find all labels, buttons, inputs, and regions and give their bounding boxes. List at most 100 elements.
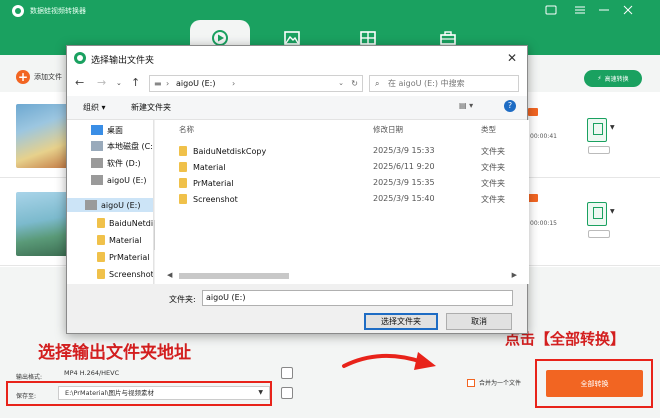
sidebar-item-folder[interactable]: PrMaterial	[97, 250, 149, 264]
path-input[interactable]: ▬ › aigoU (E:) › ⌄ ↻	[149, 75, 363, 92]
close-icon[interactable]	[622, 5, 634, 15]
sidebar-item-folder[interactable]: Material	[97, 233, 142, 247]
cancel-button[interactable]: 取消	[446, 313, 512, 330]
search-input[interactable]: ⌕ 在 aigoU (E:) 中搜索	[369, 75, 519, 92]
folder-input[interactable]: aigoU (E:)	[202, 290, 513, 306]
minimize-icon[interactable]	[598, 5, 610, 15]
chevron-down-icon[interactable]: ▼	[610, 124, 615, 131]
sidebar-item-label: Material	[109, 235, 142, 245]
annotation-box-convert-all	[535, 359, 653, 408]
lightning-icon: ⚡	[597, 75, 602, 82]
settings-button[interactable]	[588, 146, 610, 154]
output-format-icon[interactable]	[587, 202, 607, 226]
chevron-right-icon: ›	[166, 79, 170, 88]
path-segment[interactable]: aigoU (E:)	[176, 76, 216, 91]
close-icon[interactable]: ✕	[507, 51, 517, 65]
scroll-left-icon[interactable]: ◀	[167, 271, 172, 279]
add-file-label: 添加文件	[34, 73, 62, 81]
format-tag	[528, 108, 538, 116]
sidebar-item-label: 桌面	[107, 125, 123, 135]
file-name: Screenshot	[193, 194, 238, 204]
dialog-title-bar: 选择输出文件夹 ✕	[67, 46, 527, 72]
help-icon[interactable]: ?	[504, 100, 516, 112]
video-thumbnail	[16, 192, 68, 256]
arrow-icon	[342, 352, 436, 370]
sidebar-item-folder[interactable]: Screenshot	[97, 267, 153, 281]
sidebar-item-desktop[interactable]: 桌面	[91, 123, 123, 137]
format-tag	[528, 194, 538, 202]
organize-button[interactable]: 组织 ▾	[83, 102, 106, 113]
sidebar-item-folder[interactable]: BaiduNetdisk	[97, 216, 154, 230]
scroll-right-icon[interactable]: ▶	[512, 271, 517, 279]
file-type: 文件夹	[481, 163, 505, 172]
menu-icon[interactable]	[574, 5, 586, 15]
new-folder-button[interactable]: 新建文件夹	[131, 102, 171, 113]
folder-icon	[179, 162, 187, 172]
output-format-icon[interactable]	[587, 118, 607, 142]
address-bar: ← → ⌄ ↑ ▬ › aigoU (E:) › ⌄ ↻ ⌕ 在 aigoU (…	[67, 72, 527, 96]
sidebar-item-label: aigoU (E:)	[101, 200, 141, 210]
file-name: PrMaterial	[193, 178, 234, 188]
app-title: 数据蛙视频转换器	[30, 7, 86, 15]
view-options-icon[interactable]: ▤ ▾	[459, 101, 473, 110]
column-header-date[interactable]: 修改日期	[373, 124, 403, 135]
folder-icon	[179, 194, 187, 204]
drive-icon	[91, 158, 103, 168]
output-format-value: MP4 H.264/HEVC	[64, 369, 120, 377]
desktop-icon	[91, 125, 103, 135]
sidebar-item-e-drive-expanded[interactable]: aigoU (E:)	[67, 198, 153, 212]
column-header-name[interactable]: 名称	[179, 124, 194, 135]
message-icon[interactable]	[545, 5, 557, 15]
hd-convert-label: 高速转换	[604, 76, 629, 83]
output-format-select[interactable]: MP4 H.264/HEVC	[58, 367, 273, 381]
drive-icon	[91, 175, 103, 185]
folder-icon	[97, 235, 105, 245]
chevron-down-icon[interactable]: ▼	[610, 208, 615, 215]
format-settings-icon[interactable]	[281, 367, 293, 379]
open-folder-icon[interactable]	[281, 387, 293, 399]
column-header-type[interactable]: 类型	[481, 124, 496, 135]
sidebar-item-label: PrMaterial	[109, 252, 150, 262]
file-type: 文件夹	[481, 147, 505, 156]
refresh-icon[interactable]: ↻	[351, 76, 358, 91]
select-folder-button[interactable]: 选择文件夹	[364, 313, 438, 330]
back-icon[interactable]: ←	[75, 76, 84, 89]
annotation-left: 选择输出文件夹地址	[38, 343, 191, 363]
video-thumbnail	[16, 104, 68, 168]
drive-icon	[85, 200, 97, 210]
select-folder-dialog: 选择输出文件夹 ✕ ← → ⌄ ↑ ▬ › aigoU (E:) › ⌄ ↻ ⌕…	[66, 45, 529, 334]
sidebar-item-e-drive[interactable]: aigoU (E:)	[91, 173, 147, 187]
merge-checkbox[interactable]	[467, 378, 475, 387]
navigation-pane: 桌面 本地磁盘 (C:) 软件 (D:) aigoU (E:) aigoU (E…	[67, 120, 154, 284]
file-name: Material	[193, 162, 226, 172]
up-icon[interactable]: ↑	[131, 76, 140, 89]
merge-label: 合并为一个文件	[479, 380, 522, 387]
settings-button[interactable]	[588, 230, 610, 238]
file-date: 2025/3/9 15:40	[373, 194, 435, 203]
sidebar-item-label: 软件 (D:)	[107, 158, 141, 168]
file-type: 文件夹	[481, 179, 505, 188]
chevron-down-icon[interactable]: ⌄	[116, 79, 122, 87]
horizontal-scrollbar[interactable]: ◀ ▶	[167, 271, 517, 281]
search-placeholder: 在 aigoU (E:) 中搜索	[388, 79, 465, 88]
chevron-down-icon[interactable]: ⌄	[338, 76, 344, 91]
drive-icon	[91, 141, 103, 151]
add-file-button[interactable]: + 添加文件	[16, 70, 62, 84]
scroll-thumb[interactable]	[179, 273, 289, 279]
hd-convert-button[interactable]: ⚡ 高速转换	[584, 70, 642, 87]
folder-icon	[97, 252, 105, 262]
file-name: BaiduNetdiskCopy	[193, 146, 267, 156]
sidebar-item-label: BaiduNetdisk	[109, 218, 154, 228]
file-type: 文件夹	[481, 195, 505, 204]
sidebar-item-label: 本地磁盘 (C:)	[107, 141, 154, 151]
merge-option[interactable]: 合并为一个文件	[467, 378, 521, 387]
folder-icon	[179, 146, 187, 156]
output-format-label: 输出格式:	[16, 374, 43, 381]
forward-icon[interactable]: →	[97, 76, 106, 89]
sidebar-item-label: aigoU (E:)	[107, 175, 147, 185]
folder-icon	[97, 218, 105, 228]
app-logo-icon	[74, 52, 86, 64]
sidebar-item-c-drive[interactable]: 本地磁盘 (C:)	[91, 139, 154, 153]
sidebar-item-d-drive[interactable]: 软件 (D:)	[91, 156, 141, 170]
plus-icon: +	[16, 70, 30, 84]
